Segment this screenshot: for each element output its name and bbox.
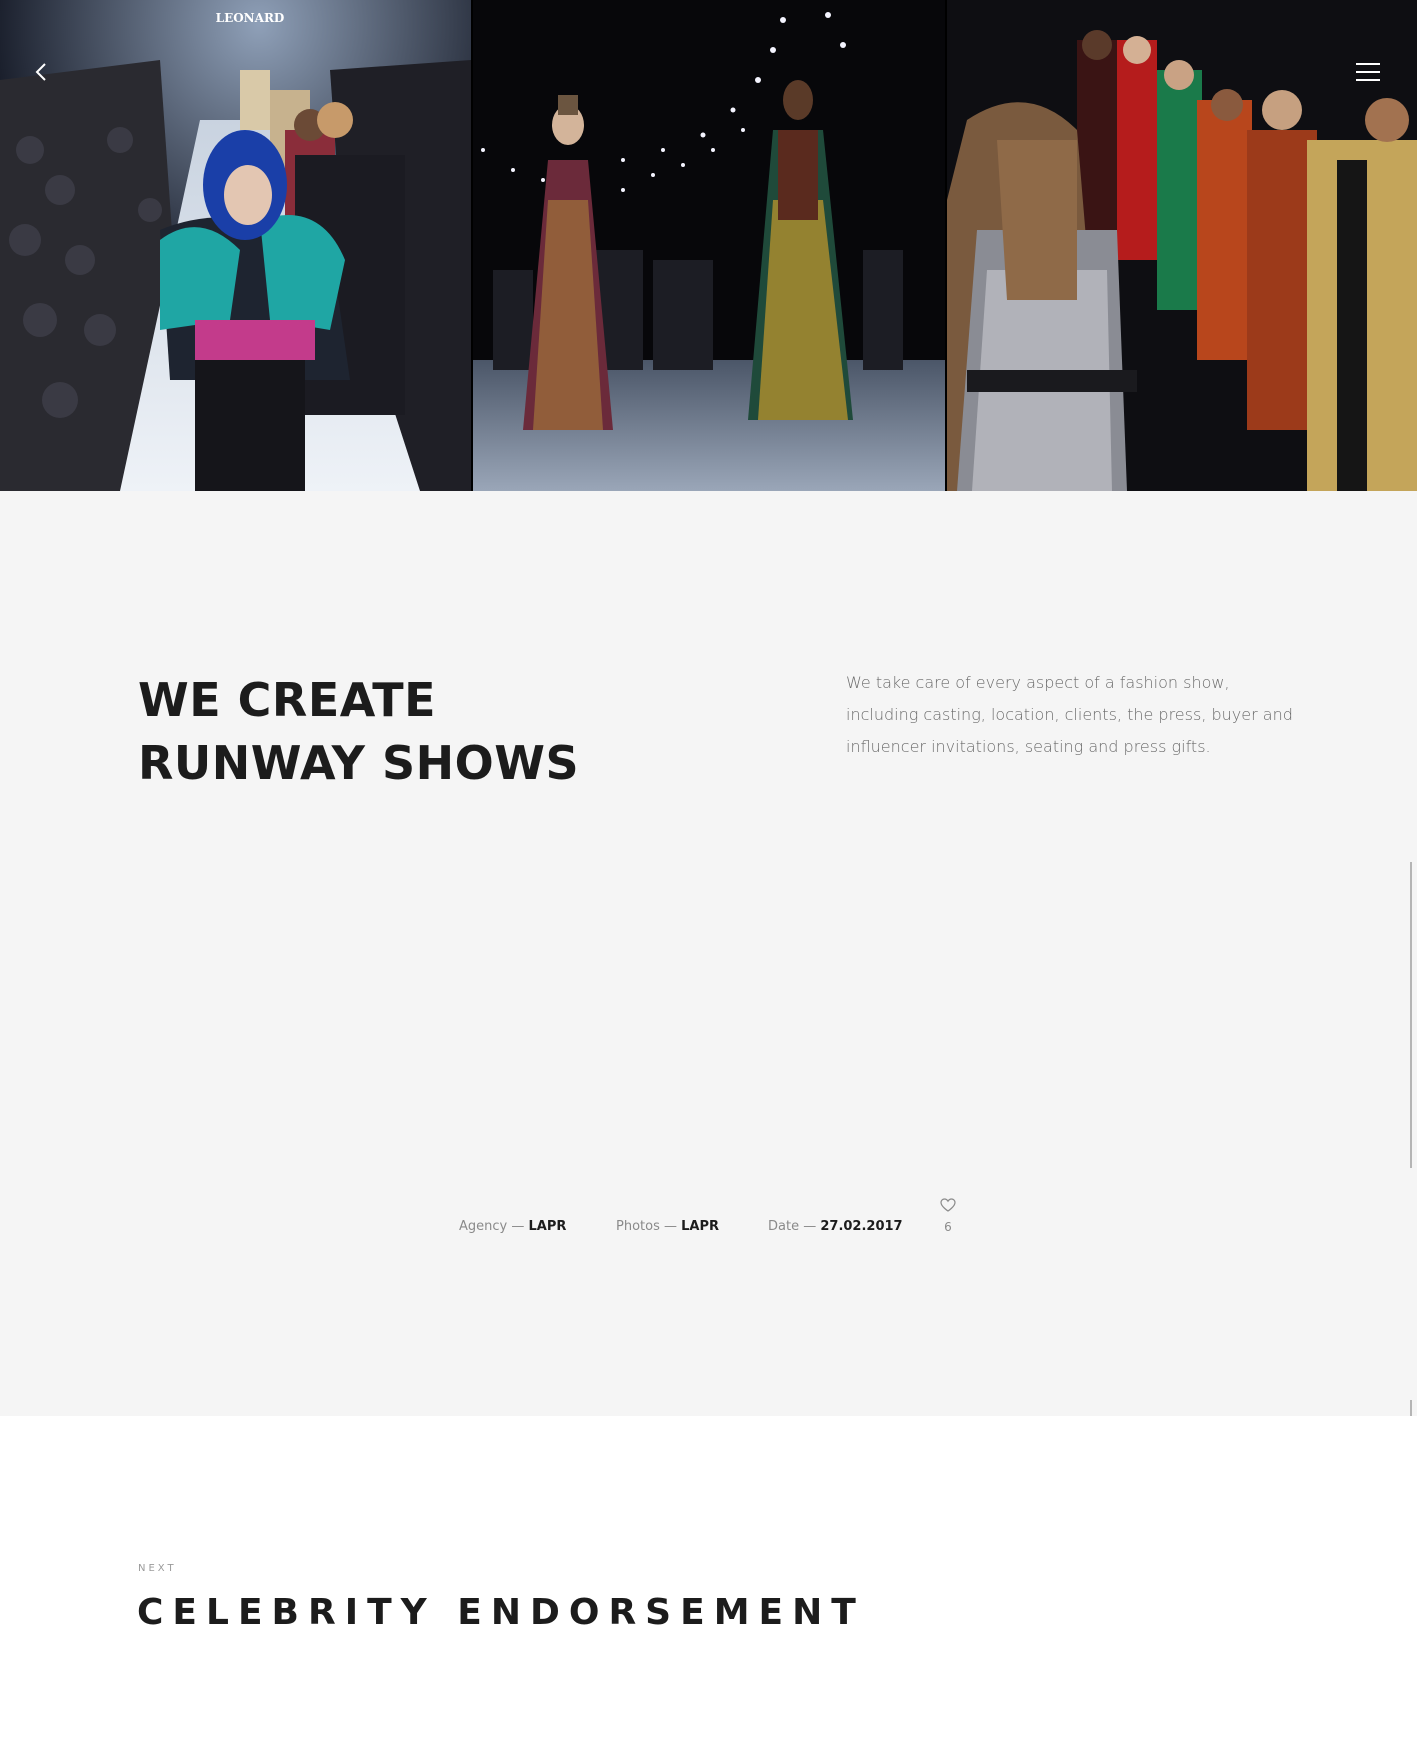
runway-photo-1: LEONARD [0, 0, 471, 491]
project-meta: Agency — LAPR Photos — LAPR Date — 27.02… [0, 1198, 1417, 1279]
chevron-left-icon [35, 63, 46, 81]
runway-photo-3 [947, 0, 1417, 491]
scroll-indicator-upper [1410, 862, 1412, 1168]
runway-gallery: LEONARD [0, 0, 1417, 491]
hamburger-menu-icon [1356, 63, 1380, 81]
next-project-link[interactable]: CELEBRITY ENDORSEMENT [137, 1592, 865, 1633]
logo-watermark: LEONARD [216, 11, 285, 25]
meta-date: Date — 27.02.2017 [768, 1219, 903, 1234]
like-button[interactable]: 6 [937, 1198, 959, 1234]
page-title: WE CREATE RUNWAY SHOWS [138, 669, 698, 795]
meta-photos: Photos — LAPR [616, 1219, 719, 1234]
meta-photos-label: Photos — [616, 1219, 677, 1234]
menu-button[interactable] [1355, 61, 1381, 83]
meta-photos-value: LAPR [681, 1219, 720, 1234]
intro-section: WE CREATE RUNWAY SHOWS We take care of e… [0, 491, 1417, 1416]
like-count: 6 [944, 1220, 952, 1234]
meta-date-value: 27.02.2017 [820, 1219, 903, 1234]
meta-agency-label: Agency — [459, 1219, 525, 1234]
intro-description: We take care of every aspect of a fashio… [846, 673, 1293, 756]
back-button[interactable] [30, 60, 54, 84]
meta-agency: Agency — LAPR [459, 1219, 566, 1234]
meta-agency-value: LAPR [528, 1219, 567, 1234]
next-label: NEXT [138, 1563, 177, 1574]
meta-date-label: Date — [768, 1219, 817, 1234]
heart-icon [940, 1198, 956, 1212]
runway-photo-2 [473, 0, 945, 491]
headline-line-2: RUNWAY SHOWS [138, 736, 580, 790]
next-project-section: NEXT CELEBRITY ENDORSEMENT [0, 1416, 1417, 1764]
headline-line-1: WE CREATE [138, 673, 437, 727]
